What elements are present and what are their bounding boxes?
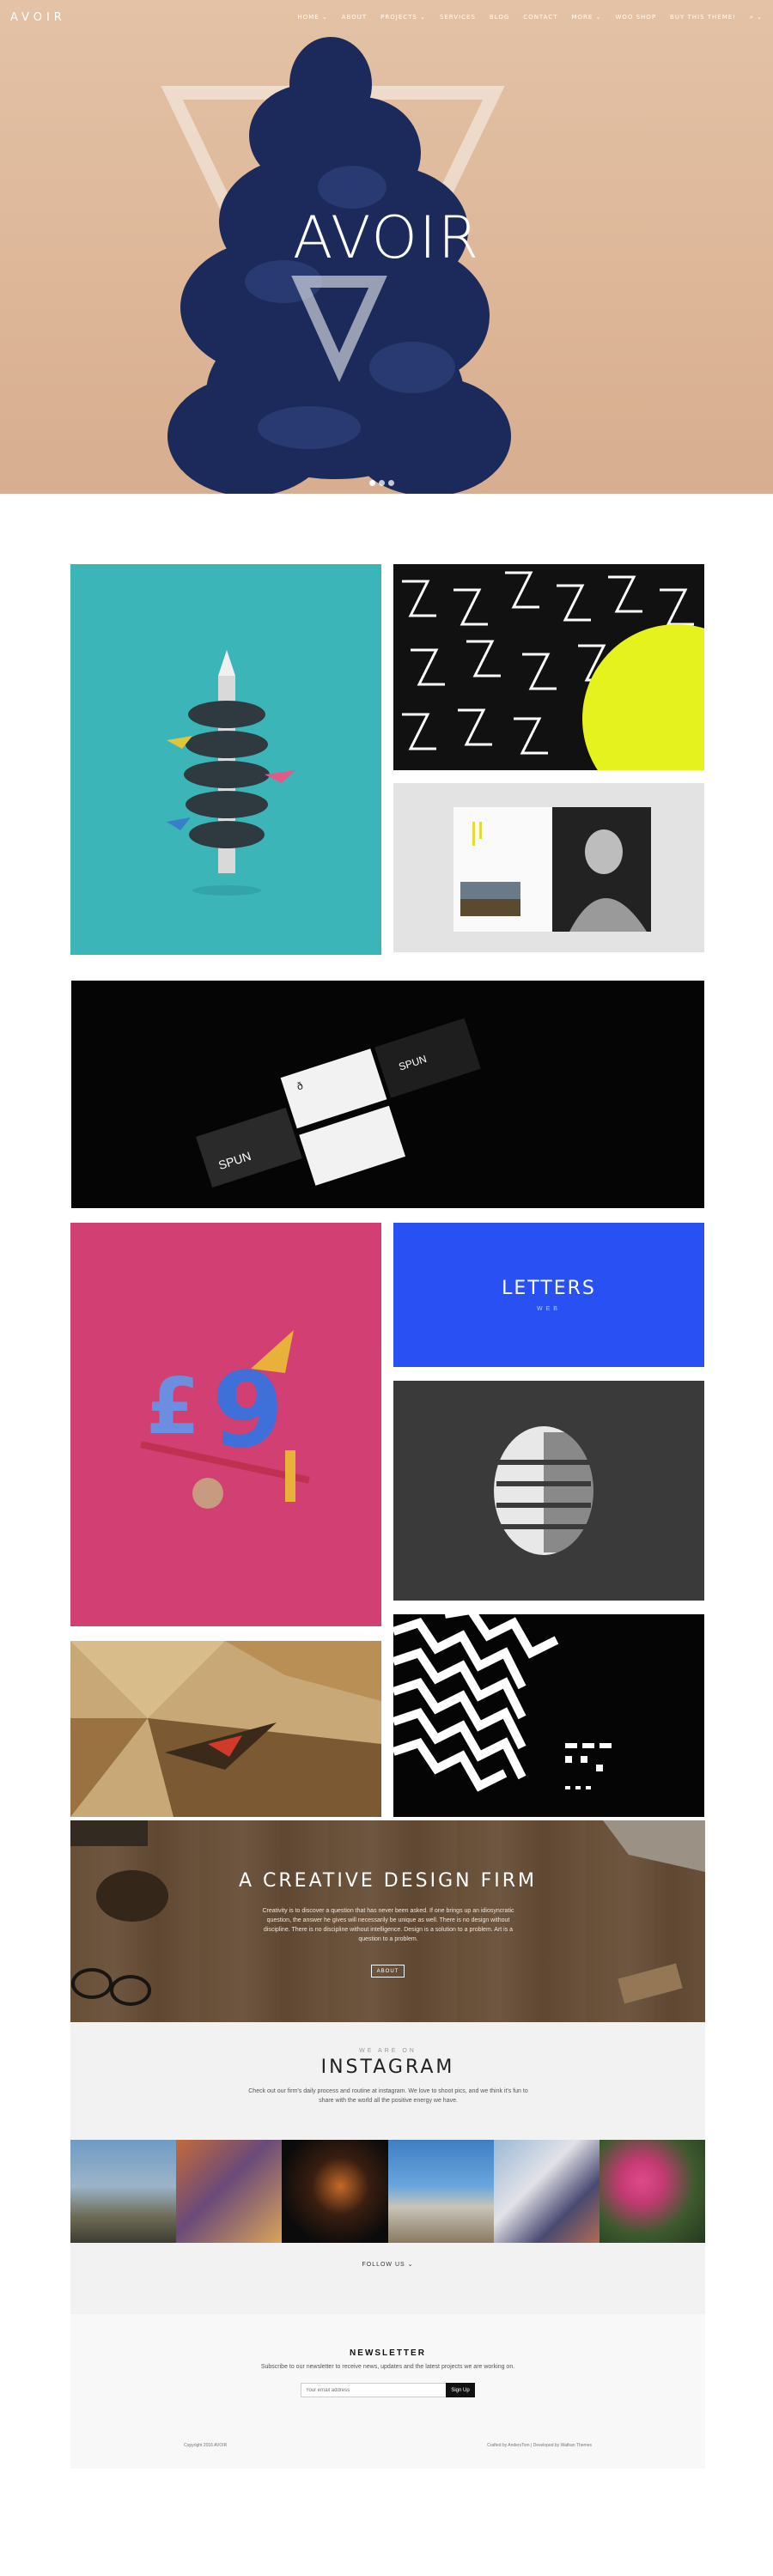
nav-item-blog[interactable]: BLOG: [490, 14, 509, 21]
site-logo[interactable]: AVOIR: [10, 11, 66, 24]
portfolio-tile-book[interactable]: [393, 783, 704, 952]
portfolio-tile-letters[interactable]: LETTERS WEB: [393, 1223, 704, 1367]
newsletter-signup-button[interactable]: Sign Up: [446, 2383, 475, 2397]
portfolio-tile-stripes[interactable]: [393, 1614, 704, 1817]
stripes-pattern: [393, 1614, 612, 1792]
book-mockup: [453, 807, 651, 932]
nav-item-about[interactable]: ABOUT: [342, 14, 367, 21]
nav-item-woo-shop[interactable]: WOO SHOP: [615, 14, 656, 21]
follow-us-link[interactable]: FOLLOW US ⌄: [70, 2261, 705, 2268]
instagram-photo[interactable]: [70, 2140, 177, 2243]
portfolio-tile-pencil[interactable]: [70, 564, 381, 955]
newsletter-title: NEWSLETTER: [350, 2348, 426, 2358]
typography-pattern: [402, 571, 704, 770]
nav-item-contact[interactable]: CONTACT: [523, 14, 557, 21]
currency-illustration: £ 9: [140, 1330, 310, 1509]
instagram-photo[interactable]: [176, 2140, 283, 2243]
instagram-photo[interactable]: [282, 2140, 388, 2243]
instagram-kicker: WE ARE ON: [359, 2048, 417, 2054]
about-button[interactable]: ABOUT: [371, 1965, 405, 1978]
letters-title: LETTERS: [502, 1278, 596, 1299]
instagram-photo[interactable]: [387, 2140, 494, 2243]
main-menu: HOME ⌄ ABOUT PROJECTS ⌄ SERVICES BLOG CO…: [297, 14, 763, 21]
slider-dot[interactable]: [369, 480, 375, 486]
instagram-photo[interactable]: [493, 2140, 600, 2243]
paper-art: [70, 1641, 381, 1817]
instagram-text: Check out our firm's daily process and r…: [248, 2088, 528, 2104]
newsletter-text: Subscribe to our newsletter to receive n…: [260, 2364, 515, 2370]
nav-search-icon[interactable]: ⌕ ⌄: [750, 14, 763, 21]
hero-section: AVOIR HOME ⌄ ABOUT PROJECTS ⌄ SERVICES B…: [0, 0, 773, 494]
nav-item-projects[interactable]: PROJECTS ⌄: [380, 14, 426, 21]
portfolio-tile-typography[interactable]: [393, 564, 704, 770]
letters-subtitle: WEB: [537, 1306, 561, 1312]
svg-text:£: £: [146, 1362, 200, 1452]
creative-text: Creativity is to discover a question tha…: [262, 1908, 514, 1942]
instagram-photo[interactable]: [599, 2140, 706, 2243]
pencil-illustration: [167, 650, 295, 896]
slider-dot[interactable]: [388, 480, 394, 486]
creative-banner: A CREATIVE DESIGN FIRM Creativity is to …: [70, 1820, 705, 2022]
instagram-title: INSTAGRAM: [320, 2057, 455, 2078]
portfolio-tile-paper-art[interactable]: [70, 1641, 381, 1817]
hero-title: AVOIR: [292, 204, 481, 272]
portfolio-tile-currency[interactable]: £ 9: [70, 1223, 381, 1626]
portfolio-tile-business-cards[interactable]: SPUN ð SPUN: [71, 981, 704, 1208]
newsletter-email-input[interactable]: [301, 2383, 447, 2397]
footer-copyright: Copyright 2016 AVOIR: [184, 2443, 228, 2448]
page: AVOIR HOME ⌄ ABOUT PROJECTS ⌄ SERVICES B…: [0, 0, 773, 2576]
instagram-section: WE ARE ON INSTAGRAM Check out our firm's…: [70, 2022, 706, 2314]
nav-item-buy-theme[interactable]: BUY THIS THEME!: [670, 14, 736, 21]
slider-dot[interactable]: [379, 480, 385, 486]
instagram-feed: [70, 2140, 706, 2243]
slider-dots: [369, 480, 394, 486]
nav-item-more[interactable]: MORE ⌄: [572, 14, 602, 21]
business-cards-mockup: SPUN ð SPUN: [196, 1018, 481, 1188]
footer-credits: Crafted by AndersTom | Developed by Wath…: [487, 2443, 592, 2448]
portfolio-tile-hands[interactable]: [393, 1381, 704, 1601]
top-navigation: AVOIR HOME ⌄ ABOUT PROJECTS ⌄ SERVICES B…: [0, 0, 773, 34]
nav-item-services[interactable]: SERVICES: [440, 14, 476, 21]
nav-item-home[interactable]: HOME ⌄: [297, 14, 327, 21]
newsletter-section: NEWSLETTER Subscribe to our newsletter t…: [70, 2314, 705, 2469]
creative-title: A CREATIVE DESIGN FIRM: [238, 1870, 537, 1892]
hands-illustration: [494, 1426, 593, 1555]
